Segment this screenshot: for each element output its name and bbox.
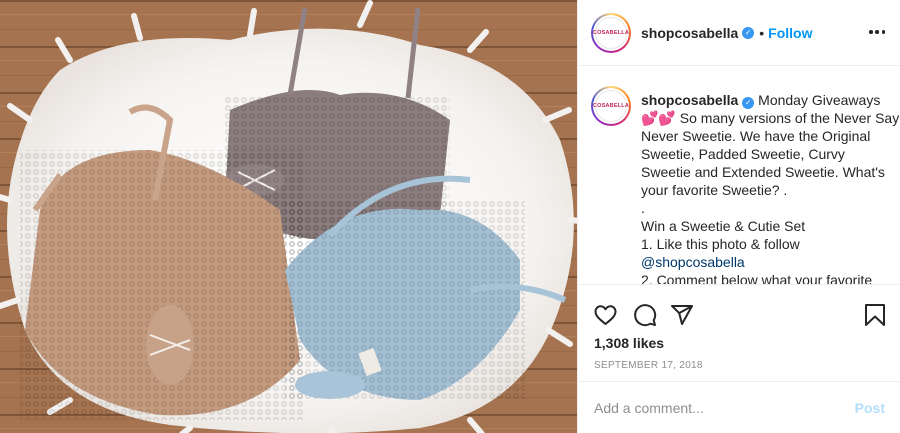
follow-button[interactable]: Follow — [768, 25, 812, 41]
caption-line: 2. Comment below what your favorite — [641, 272, 873, 284]
comment-input[interactable] — [594, 399, 839, 416]
more-horizontal-icon[interactable] — [869, 29, 885, 35]
post-header: COSABELLA shopcosabella ✓ • Follow — [578, 0, 900, 66]
more-dot — [881, 30, 885, 34]
post-photo-image — [0, 0, 577, 433]
header-username[interactable]: shopcosabella — [641, 25, 738, 41]
caption-line: So many versions of the Never Say — [679, 110, 900, 126]
caption-line: Sweetie and Extended Sweetie. What's — [641, 164, 885, 180]
comment-composer: Post — [578, 381, 900, 433]
hearts-emoji-icon: 💕💕 — [641, 110, 676, 126]
more-dot — [869, 30, 873, 34]
comments-list[interactable]: COSABELLA shopcosabella ✓ Monday Giveaway… — [578, 67, 900, 284]
caption-line: . — [641, 200, 645, 216]
caption-avatar[interactable]: COSABELLA — [591, 86, 631, 126]
post-sidebar: COSABELLA shopcosabella ✓ • Follow COSAB… — [577, 0, 900, 433]
post-date[interactable]: SEPTEMBER 17, 2018 — [594, 360, 703, 371]
caption-text: shopcosabella ✓ Monday Giveaways 💕💕 So ma… — [641, 91, 899, 284]
caption-verified-icon: ✓ — [742, 97, 755, 109]
verified-badge-icon: ✓ — [742, 26, 755, 39]
avatar[interactable]: COSABELLA — [591, 12, 631, 53]
separator-dot: • — [759, 24, 765, 41]
caption-line: your favorite Sweetie? . — [641, 182, 788, 198]
caption-line: Never Sweetie. We have the Original — [641, 128, 871, 144]
caption-username[interactable]: shopcosabella — [641, 92, 738, 108]
likes-count[interactable]: 1,308 likes — [594, 335, 664, 351]
caption-line: 1. Like this photo & follow — [641, 236, 800, 252]
post-photo[interactable] — [0, 0, 577, 433]
mention-link[interactable]: @shopcosabella — [641, 253, 891, 271]
bookmark-icon[interactable] — [864, 303, 886, 327]
more-dot — [875, 30, 879, 34]
post-comment-button[interactable]: Post — [855, 400, 885, 416]
caption-line: Sweetie, Padded Sweetie, Curvy — [641, 146, 845, 162]
caption-line: Win a Sweetie & Cutie Set — [641, 218, 806, 234]
post-actions: 1,308 likes SEPTEMBER 17, 2018 — [578, 284, 900, 394]
caption-first-line: Monday Giveaways — [758, 92, 881, 108]
caption-avatar-row: COSABELLA — [591, 86, 631, 126]
caption-avatar-logo: COSABELLA — [593, 90, 629, 122]
comment-icon[interactable] — [633, 303, 657, 327]
avatar-logo: COSABELLA — [593, 16, 629, 49]
share-icon[interactable] — [670, 303, 694, 327]
heart-icon[interactable] — [593, 303, 618, 327]
